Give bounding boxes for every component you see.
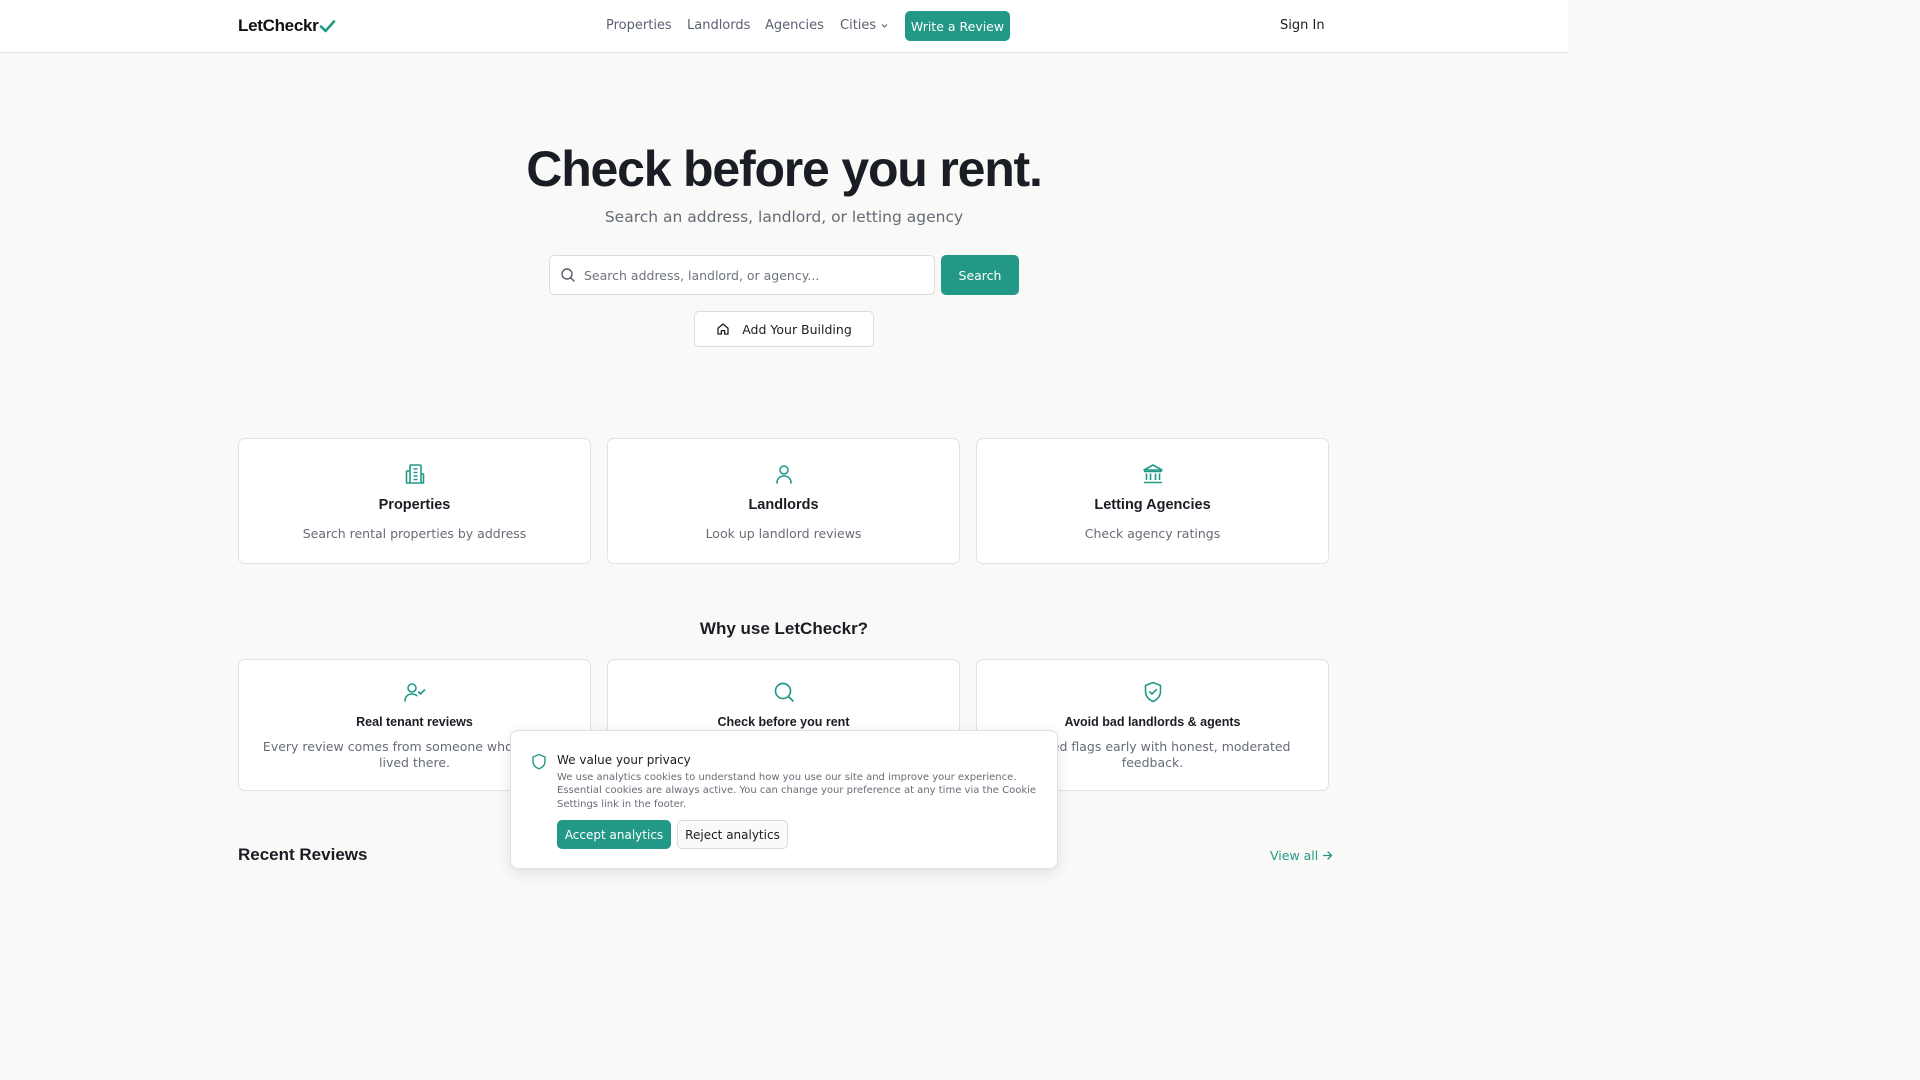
add-building-label: Add Your Building bbox=[742, 321, 852, 337]
search-box[interactable] bbox=[549, 255, 935, 295]
write-review-button[interactable]: Write a Review bbox=[905, 11, 1010, 41]
nav-landlords[interactable]: Landlords bbox=[687, 18, 750, 33]
card-title: Letting Agencies bbox=[1094, 497, 1211, 513]
card-letting-agencies[interactable]: Letting Agencies Check agency ratings bbox=[976, 438, 1329, 564]
why-card-title: Check before you rent bbox=[717, 715, 850, 729]
add-building-button[interactable]: Add Your Building bbox=[694, 311, 874, 347]
shield-check-icon bbox=[1144, 681, 1161, 703]
accept-analytics-button[interactable]: Accept analytics bbox=[557, 820, 671, 849]
why-card-title: Real tenant reviews bbox=[356, 715, 473, 729]
why-section-title: Why use LetCheckr? bbox=[699, 619, 869, 638]
search-button[interactable]: Search bbox=[941, 255, 1019, 295]
hero-subtitle: Search an address, landlord, or letting … bbox=[604, 208, 964, 226]
user-check-icon bbox=[403, 683, 425, 702]
search-input[interactable] bbox=[584, 267, 904, 283]
view-all-label: View all bbox=[1270, 848, 1319, 863]
site-header: LetCheckr Properties Landlords Agencies … bbox=[0, 0, 1568, 53]
bank-icon bbox=[1142, 464, 1163, 484]
reject-analytics-button[interactable]: Reject analytics bbox=[677, 820, 788, 849]
search-icon bbox=[774, 682, 794, 702]
cookie-banner: We value your privacy We use analytics c… bbox=[510, 730, 1058, 869]
nav-cities[interactable]: Cities bbox=[840, 18, 889, 33]
card-title: Properties bbox=[378, 497, 451, 513]
shield-icon bbox=[532, 753, 546, 770]
card-description: Check agency ratings bbox=[1084, 526, 1221, 541]
chevron-down-icon bbox=[881, 24, 888, 28]
nav-agencies[interactable]: Agencies bbox=[765, 18, 824, 33]
cookie-text: We use analytics cookies to understand h… bbox=[557, 772, 1037, 810]
arrow-right-icon bbox=[1323, 851, 1333, 860]
card-landlords[interactable]: Landlords Look up landlord reviews bbox=[607, 438, 960, 564]
cookie-title: We value your privacy bbox=[557, 753, 691, 767]
card-description: Search rental properties by address bbox=[302, 526, 527, 541]
card-description: Look up landlord reviews bbox=[705, 526, 862, 541]
recent-reviews-title: Recent Reviews bbox=[238, 845, 368, 864]
user-icon bbox=[775, 465, 792, 484]
search-icon bbox=[561, 268, 575, 282]
hero-title: Check before you rent. bbox=[526, 141, 1043, 197]
nav-cities-label: Cities bbox=[840, 18, 877, 33]
card-title: Landlords bbox=[748, 497, 819, 513]
nav-properties[interactable]: Properties bbox=[606, 18, 672, 33]
view-all-link[interactable]: View all bbox=[1270, 848, 1333, 863]
main-nav: Properties Landlords Agencies Cities bbox=[0, 0, 1568, 53]
building-icon bbox=[405, 464, 424, 484]
why-card-title: Avoid bad landlords & agents bbox=[1064, 715, 1241, 729]
card-properties[interactable]: Properties Search rental properties by a… bbox=[238, 438, 591, 564]
sign-in-link[interactable]: Sign In bbox=[1280, 18, 1325, 33]
home-icon bbox=[717, 323, 729, 335]
